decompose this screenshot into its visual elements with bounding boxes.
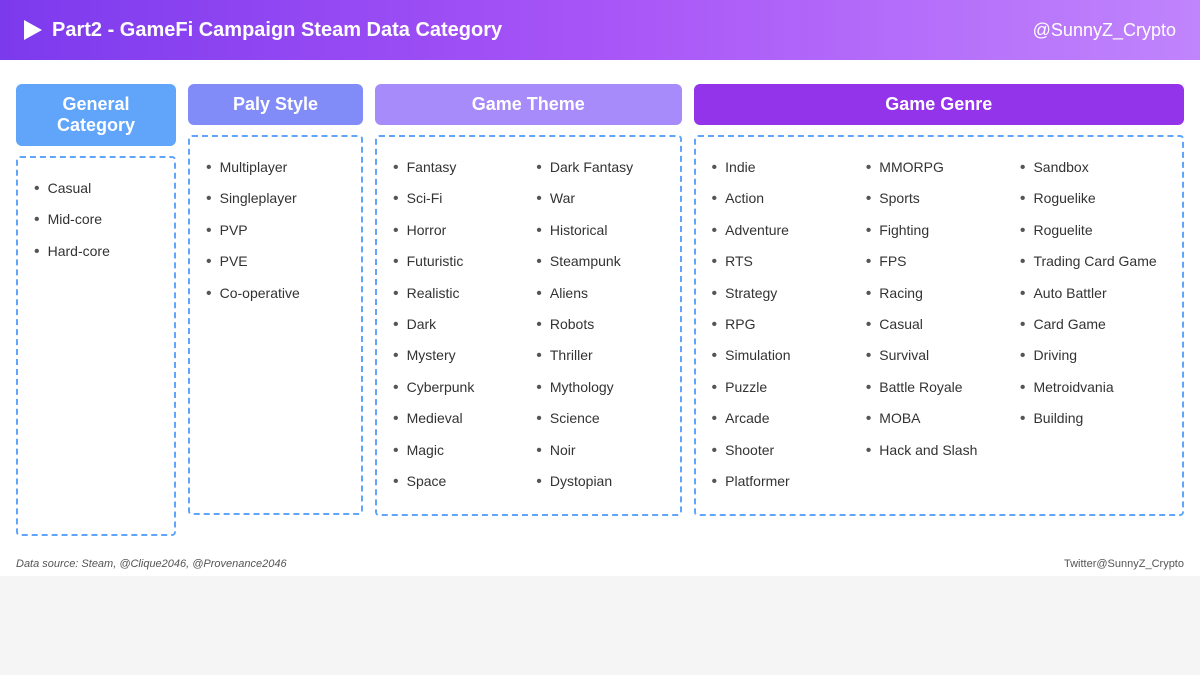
list-item: Cyberpunk [393,373,520,404]
list-item: Horror [393,216,520,247]
general-header: General Category [16,84,176,146]
general-list: CasualMid-coreHard-core [34,174,158,268]
list-item: Hard-core [34,237,158,268]
play-list: MultiplayerSingleplayerPVPPVECo-operativ… [206,153,345,310]
list-item: Aliens [536,279,663,310]
list-item: Casual [866,310,1012,341]
list-item: Roguelite [1020,216,1166,247]
page-header: Part2 - GameFi Campaign Steam Data Categ… [0,0,1200,60]
theme-col2: Dark FantasyWarHistoricalSteampunkAliens… [536,153,663,498]
list-item: Medieval [393,404,520,435]
list-item: Noir [536,436,663,467]
list-item: Fantasy [393,153,520,184]
list-item: Thriller [536,341,663,372]
list-item: Dystopian [536,467,663,498]
list-item: Action [712,184,858,215]
column-genre: Game Genre IndieActionAdventureRTSStrate… [694,84,1184,516]
list-item: Building [1020,404,1166,435]
play-icon [24,20,42,40]
genre-list-3: SandboxRoguelikeRogueliteTrading Card Ga… [1020,153,1166,436]
header-left: Part2 - GameFi Campaign Steam Data Categ… [24,19,502,42]
list-item: Trading Card Game [1020,247,1166,278]
list-item: Robots [536,310,663,341]
list-item: Racing [866,279,1012,310]
list-item: Space [393,467,520,498]
genre-col2: MMORPGSportsFightingFPSRacingCasualSurvi… [866,153,1012,498]
list-item: PVP [206,216,345,247]
list-item: MMORPG [866,153,1012,184]
list-item: Dark [393,310,520,341]
list-item: Futuristic [393,247,520,278]
list-item: Magic [393,436,520,467]
list-item: Driving [1020,341,1166,372]
list-item: Sandbox [1020,153,1166,184]
theme-inner: FantasySci-FiHorrorFuturisticRealisticDa… [393,153,664,498]
genre-inner: IndieActionAdventureRTSStrategyRPGSimula… [712,153,1166,498]
general-box: CasualMid-coreHard-core [16,156,176,536]
list-item: Card Game [1020,310,1166,341]
header-handle: @SunnyZ_Crypto [1033,20,1176,41]
list-item: Multiplayer [206,153,345,184]
genre-col3: SandboxRoguelikeRogueliteTrading Card Ga… [1020,153,1166,498]
list-item: Survival [866,341,1012,372]
list-item: Battle Royale [866,373,1012,404]
list-item: Auto Battler [1020,279,1166,310]
list-item: Science [536,404,663,435]
theme-list-2: Dark FantasyWarHistoricalSteampunkAliens… [536,153,663,498]
list-item: Adventure [712,216,858,247]
play-box: MultiplayerSingleplayerPVPPVECo-operativ… [188,135,363,515]
list-item: RPG [712,310,858,341]
list-item: Fighting [866,216,1012,247]
list-item: War [536,184,663,215]
list-item: Sports [866,184,1012,215]
genre-box: IndieActionAdventureRTSStrategyRPGSimula… [694,135,1184,516]
list-item: Simulation [712,341,858,372]
list-item: Singleplayer [206,184,345,215]
list-item: Platformer [712,467,858,498]
list-item: Puzzle [712,373,858,404]
list-item: Hack and Slash [866,436,1012,467]
list-item: FPS [866,247,1012,278]
columns-container: General Category CasualMid-coreHard-core… [16,84,1184,536]
list-item: Shooter [712,436,858,467]
list-item: Indie [712,153,858,184]
list-item: Steampunk [536,247,663,278]
list-item: Mid-core [34,205,158,236]
footer-source: Data source: Steam, @Clique2046, @Proven… [16,558,287,570]
list-item: Metroidvania [1020,373,1166,404]
list-item: Dark Fantasy [536,153,663,184]
theme-box: FantasySci-FiHorrorFuturisticRealisticDa… [375,135,682,516]
genre-list-1: IndieActionAdventureRTSStrategyRPGSimula… [712,153,858,498]
list-item: PVE [206,247,345,278]
genre-col1: IndieActionAdventureRTSStrategyRPGSimula… [712,153,858,498]
list-item: Roguelike [1020,184,1166,215]
genre-header: Game Genre [694,84,1184,125]
theme-list-1: FantasySci-FiHorrorFuturisticRealisticDa… [393,153,520,498]
list-item: RTS [712,247,858,278]
main-content: General Category CasualMid-coreHard-core… [0,60,1200,548]
list-item: Realistic [393,279,520,310]
header-title: Part2 - GameFi Campaign Steam Data Categ… [52,19,502,42]
list-item: Sci-Fi [393,184,520,215]
column-theme: Game Theme FantasySci-FiHorrorFuturistic… [375,84,682,516]
list-item: MOBA [866,404,1012,435]
list-item: Casual [34,174,158,205]
list-item: Strategy [712,279,858,310]
theme-header: Game Theme [375,84,682,125]
play-header: Paly Style [188,84,363,125]
genre-list-2: MMORPGSportsFightingFPSRacingCasualSurvi… [866,153,1012,467]
list-item: Co-operative [206,279,345,310]
list-item: Historical [536,216,663,247]
list-item: Arcade [712,404,858,435]
column-play: Paly Style MultiplayerSingleplayerPVPPVE… [188,84,363,515]
footer: Data source: Steam, @Clique2046, @Proven… [0,548,1200,576]
list-item: Mythology [536,373,663,404]
theme-col1: FantasySci-FiHorrorFuturisticRealisticDa… [393,153,520,498]
column-general: General Category CasualMid-coreHard-core [16,84,176,536]
footer-twitter: Twitter@SunnyZ_Crypto [1064,558,1184,570]
list-item: Mystery [393,341,520,372]
